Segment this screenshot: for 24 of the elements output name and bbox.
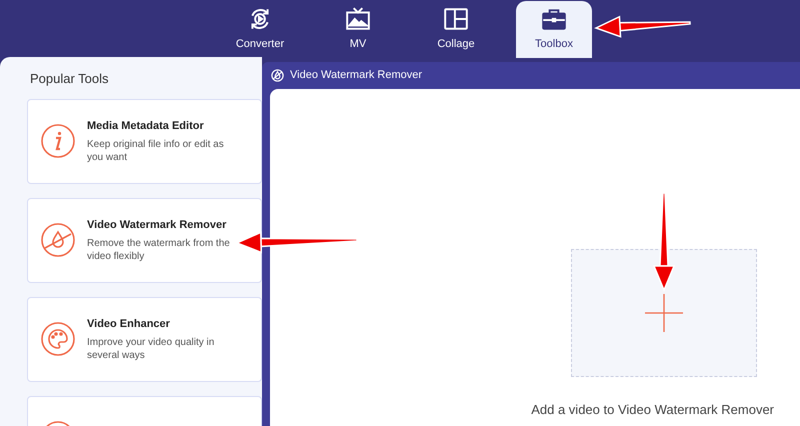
tool-card[interactable]: Video Enhancer Improve your video quality in several ways xyxy=(27,296,262,382)
plus-icon xyxy=(645,294,683,332)
tool-title: Media Metadata Editor xyxy=(87,118,205,134)
window-title: Video Watermark Remover xyxy=(290,68,422,84)
no-droplet-icon xyxy=(41,223,75,257)
nav-tab[interactable]: Converter xyxy=(222,1,298,58)
nav-tab[interactable]: Toolbox xyxy=(516,1,592,58)
tv-icon xyxy=(345,6,371,32)
tool-card[interactable]: Media Metadata Editor Keep original file info or edit as you want xyxy=(27,98,262,184)
tool-description: Remove the watermark from the video flexibly xyxy=(87,237,231,264)
tool-title: Video Enhancer xyxy=(87,316,171,332)
nav-tab[interactable]: MV xyxy=(320,1,396,58)
drop-hint: Add a video to Video Watermark Remover xyxy=(531,401,774,419)
tool-description: Improve your video quality in several ways xyxy=(87,336,216,362)
nav-tab[interactable]: Collage xyxy=(418,1,494,58)
no-droplet-icon xyxy=(271,69,284,82)
info-icon xyxy=(41,124,75,158)
tool-description: Keep original file info or edit as you want xyxy=(87,138,225,164)
layout-icon xyxy=(443,6,469,32)
add-file-dropzone[interactable] xyxy=(571,249,757,377)
palette-icon xyxy=(41,322,75,356)
tool-card[interactable]: Video Watermark Remover Remove the watermark from the video flexibly xyxy=(27,198,262,282)
sidebar-title: Popular Tools xyxy=(30,70,109,88)
tool-title: Video Watermark Remover xyxy=(87,218,228,233)
